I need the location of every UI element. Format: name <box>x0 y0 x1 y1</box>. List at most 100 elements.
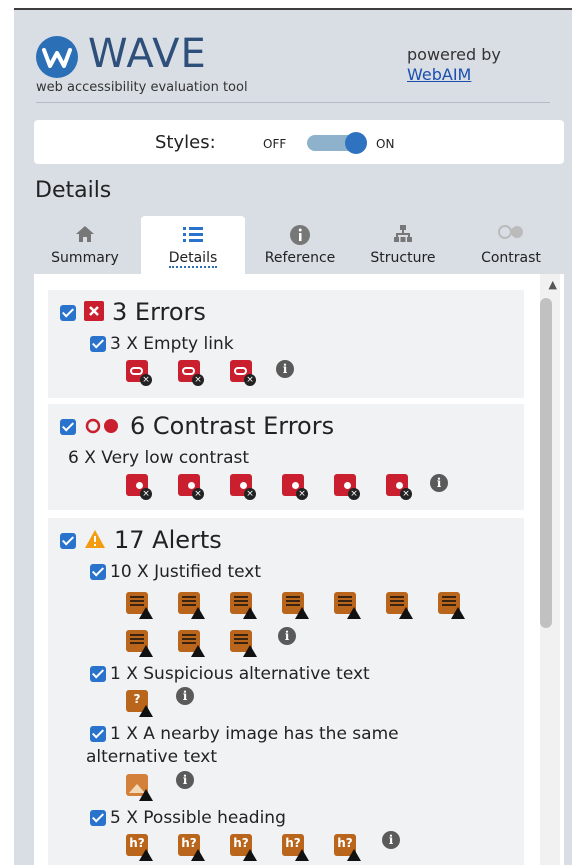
suspicious-alt-icon[interactable]: ? <box>126 690 153 717</box>
tab-structure-label: Structure <box>370 250 436 266</box>
scrollbar-thumb[interactable] <box>540 298 552 628</box>
errors-card: 3 Errors 3 X Empty link × × × i <box>48 290 524 398</box>
justified-text-icon[interactable] <box>334 592 361 619</box>
home-icon <box>34 224 136 250</box>
possible-heading-icon[interactable]: h? <box>282 834 309 861</box>
list-icon <box>141 224 245 250</box>
justified-text-icons: i <box>126 592 506 657</box>
justified-text-icon[interactable] <box>282 592 309 619</box>
wave-sidebar: WAVE web accessibility evaluation tool p… <box>14 8 572 865</box>
tagline: web accessibility evaluation tool <box>36 80 248 95</box>
contrast-error-icon[interactable]: × <box>178 474 204 500</box>
errors-heading: 3 Errors <box>60 298 206 327</box>
tab-bar: Summary Details Reference Structure Cont… <box>34 216 564 274</box>
possible-heading-checkbox[interactable] <box>90 810 106 826</box>
info-icon[interactable]: i <box>176 771 194 789</box>
info-icon[interactable]: i <box>382 831 400 849</box>
justified-text-icon[interactable] <box>126 630 153 657</box>
redundant-alt-checkbox[interactable] <box>90 726 106 742</box>
contrast-error-icon[interactable]: × <box>282 474 308 500</box>
suspicious-alt-icons: ? i <box>126 687 246 718</box>
possible-heading-icon[interactable]: h? <box>126 834 153 861</box>
tab-structure[interactable]: Structure <box>354 216 452 274</box>
justified-text-checkbox[interactable] <box>90 564 106 580</box>
justified-text-icon[interactable] <box>230 630 257 657</box>
details-panel: ▲ 3 Errors 3 X Empty link × × × i 6 Cont… <box>34 274 564 865</box>
empty-link-icon[interactable]: × <box>230 360 256 386</box>
tab-reference[interactable]: Reference <box>250 216 350 274</box>
tab-details-label: Details <box>168 250 218 268</box>
possible-heading-icons: h? h? h? h? h? i <box>126 831 446 862</box>
low-contrast-label: 6 X Very low contrast <box>68 448 250 468</box>
scroll-up-icon[interactable]: ▲ <box>549 278 557 291</box>
info-icon[interactable]: i <box>276 360 294 378</box>
justified-text-item: 10 X Justified text <box>90 562 261 582</box>
contrast-error-icon[interactable]: × <box>230 474 256 500</box>
possible-heading-icon[interactable]: h? <box>230 834 257 861</box>
powered-by-label: powered by <box>407 45 501 64</box>
toggle-knob[interactable] <box>345 132 367 154</box>
scrollbar[interactable] <box>540 274 560 865</box>
error-x-icon <box>84 299 104 327</box>
alerts-card: 17 Alerts 10 X Justified text i 1 X Susp… <box>48 518 524 865</box>
wave-logo-icon <box>36 36 78 78</box>
contrast-icon <box>458 224 564 250</box>
header-divider <box>36 102 550 103</box>
justified-text-icon[interactable] <box>230 592 257 619</box>
errors-checkbox[interactable] <box>60 305 76 321</box>
justified-text-icon[interactable] <box>178 592 205 619</box>
section-title: Details <box>35 178 112 203</box>
info-icon[interactable]: i <box>176 687 194 705</box>
info-icon <box>250 224 350 250</box>
contrast-heading-text: 6 Contrast Errors <box>130 412 335 440</box>
contrast-heading: 6 Contrast Errors <box>60 412 334 441</box>
low-contrast-item: 6 X Very low contrast <box>68 448 249 468</box>
styles-label: Styles: <box>155 132 216 153</box>
tab-details[interactable]: Details <box>141 216 245 274</box>
alerts-heading-text: 17 Alerts <box>114 526 222 554</box>
contrast-error-icon[interactable]: × <box>334 474 360 500</box>
info-icon[interactable]: i <box>278 627 296 645</box>
nearby-image-icon[interactable] <box>126 774 153 801</box>
styles-toggle-box: Styles: OFF ON <box>34 120 564 164</box>
empty-link-icon[interactable]: × <box>178 360 204 386</box>
justified-text-icon[interactable] <box>386 592 413 619</box>
styles-on-label: ON <box>376 137 395 151</box>
tab-reference-label: Reference <box>264 250 336 266</box>
justified-text-label: 10 X Justified text <box>110 562 262 582</box>
info-icon[interactable]: i <box>430 474 448 492</box>
alerts-heading: 17 Alerts <box>60 526 222 555</box>
justified-text-icon[interactable] <box>126 592 153 619</box>
tab-summary[interactable]: Summary <box>34 216 136 274</box>
styles-off-label: OFF <box>263 137 287 151</box>
webaim-link[interactable]: WebAIM <box>407 65 501 85</box>
justified-text-icon[interactable] <box>438 592 465 619</box>
contrast-icon <box>84 413 122 441</box>
low-contrast-icons: × × × × × × i <box>126 474 486 502</box>
justified-text-icon[interactable] <box>178 630 205 657</box>
possible-heading-icon[interactable]: h? <box>334 834 361 861</box>
redundant-alt-item: 1 X A nearby image has the same <box>90 724 399 744</box>
contrast-card: 6 Contrast Errors 6 X Very low contrast … <box>48 404 524 510</box>
alerts-checkbox[interactable] <box>60 533 76 549</box>
header: WAVE web accessibility evaluation tool p… <box>14 10 562 106</box>
styles-toggle[interactable] <box>307 132 367 154</box>
possible-heading-item: 5 X Possible heading <box>90 808 286 828</box>
redundant-alt-label-line1: 1 X A nearby image has the same <box>110 724 399 744</box>
empty-link-checkbox[interactable] <box>90 336 106 352</box>
redundant-alt-item-line2: alternative text <box>86 747 217 767</box>
suspicious-alt-checkbox[interactable] <box>90 666 106 682</box>
tab-contrast[interactable]: Contrast <box>458 216 564 274</box>
contrast-checkbox[interactable] <box>60 419 76 435</box>
logo-text: WAVE <box>88 31 207 77</box>
errors-heading-text: 3 Errors <box>112 298 206 326</box>
possible-heading-icon[interactable]: h? <box>178 834 205 861</box>
powered-by: powered by WebAIM <box>407 45 501 85</box>
contrast-error-icon[interactable]: × <box>386 474 412 500</box>
tab-contrast-label: Contrast <box>481 250 541 266</box>
possible-heading-label: 5 X Possible heading <box>110 808 286 828</box>
empty-link-icons: × × × i <box>126 360 326 388</box>
empty-link-icon[interactable]: × <box>126 360 152 386</box>
contrast-error-icon[interactable]: × <box>126 474 152 500</box>
redundant-alt-icons: i <box>126 771 246 802</box>
